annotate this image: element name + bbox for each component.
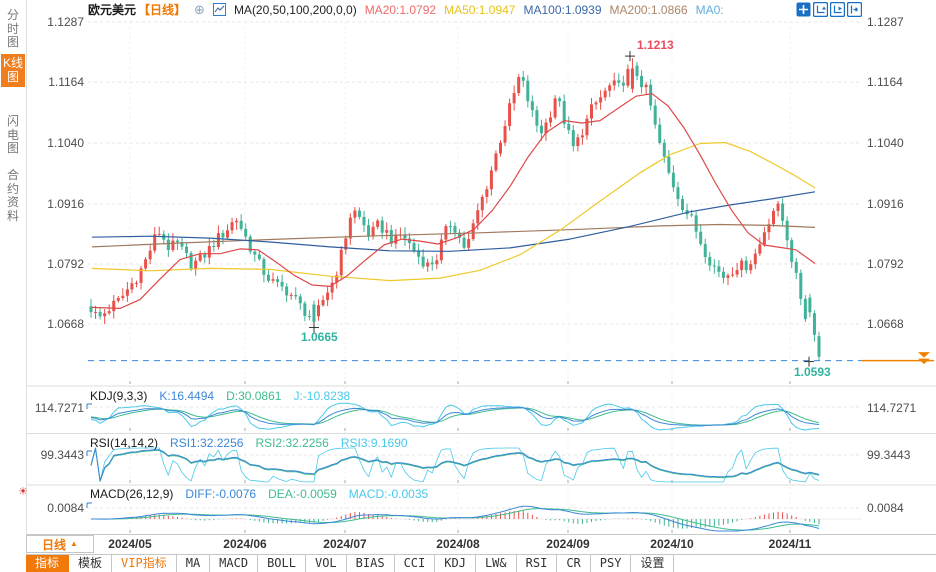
tab-vol[interactable]: VOL (306, 555, 347, 572)
y-axis-left-label: 1.1287 (47, 15, 84, 29)
x-axis-date-label: 2024/10 (650, 537, 694, 551)
y-axis-left-label: 1.1164 (48, 75, 84, 89)
rsi2-value: RSI2:32.2256 (255, 436, 329, 450)
rsi3-value: RSI3:9.1690 (340, 436, 408, 450)
kdj-title[interactable]: KDJ(9,3,3) (90, 389, 147, 403)
y-axis-right-label: 1.1164 (867, 75, 903, 89)
chevron-up-icon: ▲ (70, 539, 78, 548)
macd-macd-value: MACD:-0.0035 (348, 487, 429, 501)
annotation-mid-low: 1.0665 (301, 330, 338, 344)
tab-cci[interactable]: CCI (395, 555, 436, 572)
ma100-value: MA100:1.0939 (523, 2, 602, 17)
tab-templates[interactable]: 模板 (69, 555, 113, 572)
y-axis-right-label: 1.1287 (867, 15, 904, 29)
macd-diff-value: DIFF:-0.0076 (185, 487, 257, 501)
tab-boll[interactable]: BOLL (258, 555, 306, 572)
tab-cr[interactable]: CR (557, 555, 591, 572)
rsi-title[interactable]: RSI(14,14,2) (90, 436, 158, 450)
y-axis-left-label: 1.0668 (47, 317, 84, 331)
macd-axis-label-left: 0.0084 (47, 501, 84, 515)
circle-plus-icon[interactable]: ⊕ (194, 3, 205, 16)
ma0-value: MA0: (695, 2, 724, 17)
rsi-axis-label-right: 99.3443 (867, 448, 911, 462)
macd-dea-value: DEA:-0.0059 (268, 487, 337, 501)
tab-kdj[interactable]: KDJ (435, 555, 476, 572)
tab-lw[interactable]: LW& (476, 555, 517, 572)
rsi-label-row: RSI(14,14,2) RSI1:32.2256 RSI2:32.2256 R… (90, 436, 408, 450)
period-selector-button[interactable]: 日线 ▲ (26, 535, 94, 553)
ma20-value: MA20:1.0792 (364, 2, 437, 17)
y-axis-right-label: 1.0668 (867, 317, 904, 331)
x-axis-date-label: 2024/07 (323, 537, 367, 551)
trading-terminal-window: 分时图 K线图 闪电图 合约资料 欧元美元 【日线】 ⊕ MA(20,50,100… (0, 0, 936, 572)
y-axis-right-label: 1.1040 (867, 136, 904, 150)
x-axis-date-label: 2024/06 (223, 537, 267, 551)
tab-rsi[interactable]: RSI (517, 555, 558, 572)
y-axis-left-label: 1.0916 (47, 197, 84, 211)
sidebar-item-lightning-chart[interactable]: 闪电图 (3, 112, 23, 159)
indicator-tab-bar: 指标 模板 VIP指标 MA MACD BOLL VOL BIAS CCI KD… (26, 554, 936, 572)
x-axis-divider (26, 534, 936, 535)
crosshair-tool-icon[interactable] (796, 2, 811, 17)
x-axis-date-label: 2024/05 (108, 537, 152, 551)
tab-vip-indicators[interactable]: VIP指标 (112, 555, 177, 572)
pan-right-icon[interactable] (847, 2, 862, 17)
tab-indicators[interactable]: 指标 (26, 555, 70, 572)
sidebar-item-kline-chart[interactable]: K线图 (1, 54, 25, 87)
period-selector-label: 日线 (42, 537, 67, 552)
period-tag: 【日线】 (138, 3, 187, 17)
macd-axis-label-right: 0.0084 (867, 501, 904, 515)
ma-params-label[interactable]: MA(20,50,100,200,0,0) (234, 3, 357, 17)
sidebar-item-time-chart[interactable]: 分时图 (3, 6, 23, 53)
kdj-axis-label-left: 114.7271 (34, 401, 84, 415)
rsi1-value: RSI1:32.2256 (170, 436, 244, 450)
symbol-name: 欧元美元 (88, 3, 137, 17)
x-axis-date-label: 2024/08 (436, 537, 480, 551)
chart-toolbar (796, 2, 862, 17)
y-axis-left-label: 1.1040 (47, 136, 84, 150)
y-axis-right-label: 1.0916 (867, 197, 904, 211)
kdj-j-value: J:-10.8238 (293, 389, 351, 403)
annotation-period-high: 1.1213 (637, 38, 674, 52)
ma200-value: MA200:1.0866 (609, 2, 688, 17)
kdj-d-value: D:30.0861 (226, 389, 282, 403)
kdj-axis-label-right: 114.7271 (867, 401, 917, 415)
tab-macd[interactable]: MACD (210, 555, 259, 572)
alert-sun-icon[interactable]: ☀ (18, 485, 28, 498)
x-axis-date-label: 2024/11 (768, 537, 812, 551)
kdj-label-row: KDJ(9,3,3) K:16.4494 D:30.0861 J:-10.823… (90, 389, 350, 403)
rsi-axis-label-left: 99.3443 (40, 448, 84, 462)
chart-header: 欧元美元 【日线】 ⊕ MA(20,50,100,200,0,0) MA20:1.… (88, 2, 724, 18)
tab-settings[interactable]: 设置 (631, 555, 675, 572)
x-axis-date-label: 2024/09 (546, 537, 590, 551)
tab-psy[interactable]: PSY (591, 555, 632, 572)
ma50-value: MA50:1.0947 (444, 2, 516, 17)
annotation-last-price: 1.0593 (794, 365, 831, 379)
y-axis-left-label: 1.0792 (47, 257, 84, 271)
y-axis-right-label: 1.0792 (867, 257, 904, 271)
kline-mini-icon[interactable] (212, 3, 226, 16)
macd-title[interactable]: MACD(26,12,9) (90, 487, 173, 501)
auto-scale-icon[interactable] (813, 2, 828, 17)
tab-ma[interactable]: MA (177, 555, 211, 572)
macd-label-row: MACD(26,12,9) DIFF:-0.0076 DEA:-0.0059 M… (90, 487, 428, 501)
tab-bias[interactable]: BIAS (347, 555, 395, 572)
scale-right-icon[interactable] (830, 2, 845, 17)
kdj-k-value: K:16.4494 (159, 389, 215, 403)
sidebar-item-contract-info[interactable]: 合约资料 (3, 166, 23, 226)
